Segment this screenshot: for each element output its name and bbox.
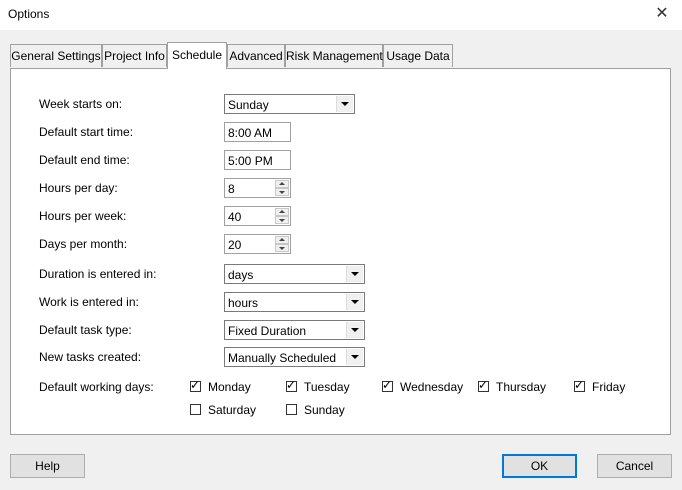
duration-entered-in-label: Duration is entered in: — [39, 267, 157, 281]
default-start-time-label: Default start time: — [39, 125, 134, 139]
new-tasks-created-select[interactable]: Manually Scheduled — [224, 347, 365, 367]
help-button[interactable]: Help — [10, 454, 85, 478]
tab-advanced[interactable]: Advanced — [227, 44, 285, 67]
chevron-down-icon[interactable] — [336, 96, 353, 112]
spin-up-icon[interactable] — [275, 236, 289, 244]
week-starts-on-label: Week starts on: — [39, 97, 123, 111]
hours-per-week-label: Hours per week: — [39, 209, 127, 223]
default-working-days-label: Default working days: — [39, 380, 154, 394]
ok-button[interactable]: OK — [502, 454, 577, 478]
week-starts-on-value: Sunday — [228, 98, 269, 112]
spin-up-icon[interactable] — [275, 180, 289, 188]
new-tasks-created-label: New tasks created: — [39, 350, 142, 364]
default-end-time-value: 5:00 PM — [228, 154, 273, 168]
checkbox-box[interactable]: ✓ — [574, 378, 585, 392]
checkbox-label: Tuesday — [304, 380, 350, 394]
checkmark-icon: ✓ — [286, 378, 297, 392]
hours-per-week-stepper[interactable]: 40 — [224, 206, 291, 226]
chevron-down-icon[interactable] — [346, 294, 363, 310]
default-task-type-select[interactable]: Fixed Duration — [224, 320, 365, 340]
checkmark-icon: ✓ — [574, 378, 585, 392]
default-task-type-label: Default task type: — [39, 323, 132, 337]
days-per-month-value: 20 — [228, 238, 242, 252]
tab-general-settings[interactable]: General Settings — [10, 44, 102, 67]
chevron-down-icon[interactable] — [346, 266, 363, 282]
checkmark-icon: ✓ — [478, 378, 489, 392]
tab-risk-management[interactable]: Risk Management — [285, 44, 383, 67]
work-entered-in-select[interactable]: hours — [224, 292, 365, 312]
title-bar: Options ✕ — [0, 0, 682, 30]
tab-project-info[interactable]: Project Info — [102, 44, 167, 67]
spin-down-icon[interactable] — [275, 244, 289, 252]
checkbox-label: Wednesday — [400, 380, 464, 394]
spin-down-icon[interactable] — [275, 216, 289, 224]
checkmark-icon: ✓ — [190, 378, 201, 392]
chevron-down-icon[interactable] — [346, 322, 363, 338]
duration-entered-in-select[interactable]: days — [224, 264, 365, 284]
checkbox-label: Saturday — [208, 403, 257, 417]
hours-per-day-stepper[interactable]: 8 — [224, 178, 291, 198]
checkbox-box[interactable] — [286, 404, 297, 415]
checkmark-icon: ✓ — [382, 378, 393, 392]
default-start-time-field[interactable]: 8:00 AM — [224, 122, 291, 142]
checkbox-box[interactable]: ✓ — [382, 378, 393, 392]
tab-usage-data[interactable]: Usage Data — [383, 44, 453, 67]
tab-schedule[interactable]: Schedule — [167, 42, 227, 69]
chevron-down-icon[interactable] — [346, 349, 363, 365]
default-task-type-value: Fixed Duration — [228, 324, 307, 338]
hours-per-week-value: 40 — [228, 210, 242, 224]
work-entered-in-value: hours — [228, 296, 259, 310]
default-start-time-value: 8:00 AM — [228, 126, 273, 140]
close-icon[interactable]: ✕ — [642, 0, 682, 30]
default-end-time-field[interactable]: 5:00 PM — [224, 150, 291, 170]
new-tasks-created-value: Manually Scheduled — [228, 351, 337, 365]
schedule-panel: Week starts on: Sunday Default start tim… — [10, 68, 671, 435]
week-starts-on-select[interactable]: Sunday — [224, 94, 355, 114]
days-per-month-stepper[interactable]: 20 — [224, 234, 291, 254]
default-end-time-label: Default end time: — [39, 153, 130, 167]
checkbox-label: Thursday — [496, 380, 547, 394]
checkbox-label: Monday — [208, 380, 251, 394]
hours-per-day-value: 8 — [228, 182, 235, 196]
checkbox-box[interactable]: ✓ — [478, 378, 489, 392]
duration-entered-in-value: days — [228, 268, 254, 282]
checkbox-box[interactable]: ✓ — [190, 378, 201, 392]
checkbox-box[interactable] — [190, 404, 201, 415]
checkbox-label: Friday — [592, 380, 626, 394]
days-per-month-label: Days per month: — [39, 237, 128, 251]
hours-per-day-label: Hours per day: — [39, 181, 118, 195]
work-entered-in-label: Work is entered in: — [39, 295, 139, 309]
cancel-button[interactable]: Cancel — [597, 454, 672, 478]
spin-up-icon[interactable] — [275, 208, 289, 216]
spin-down-icon[interactable] — [275, 188, 289, 196]
checkbox-box[interactable]: ✓ — [286, 378, 297, 392]
checkbox-label: Sunday — [304, 403, 345, 417]
window-title: Options — [8, 7, 50, 21]
